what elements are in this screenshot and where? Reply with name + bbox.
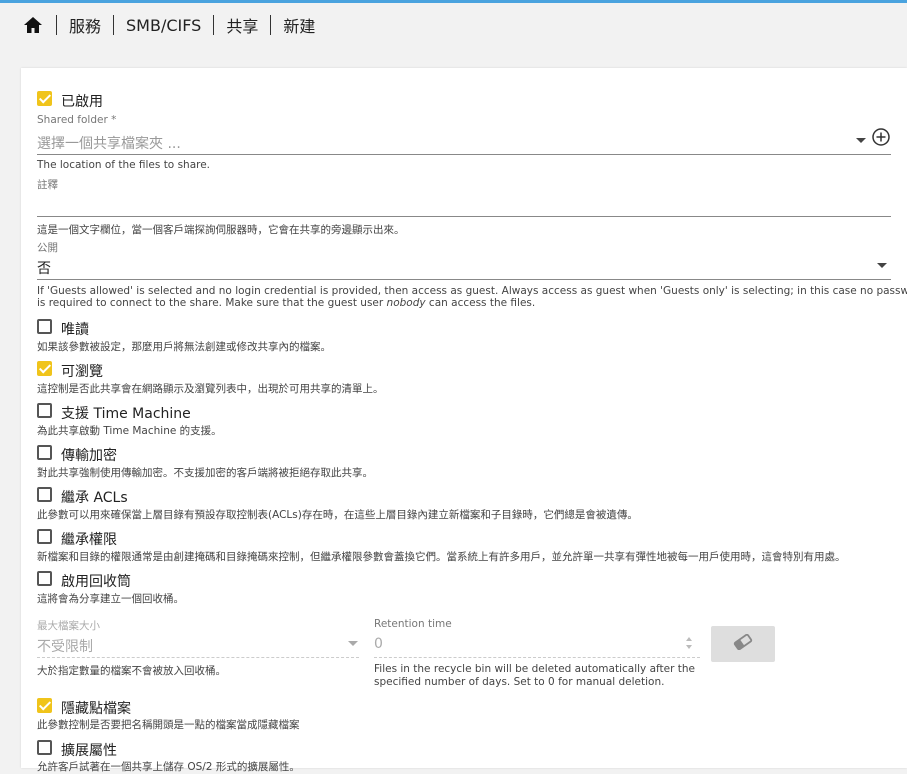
breadcrumb-separator <box>113 15 115 35</box>
recycle-bin-checkbox[interactable] <box>37 571 52 586</box>
shared-folder-label: Shared folder * <box>37 114 117 126</box>
clear-recycle-bin-button[interactable] <box>711 626 775 662</box>
max-file-size-select[interactable]: 不受限制 <box>37 636 93 656</box>
public-hint-line2: is required to connect to the share. Mak… <box>37 297 536 309</box>
recycle-bin-label: 啟用回收筒 <box>61 574 131 590</box>
comment-underline <box>37 216 891 217</box>
transport-encryption-label: 傳輸加密 <box>61 448 117 464</box>
browseable-checkbox[interactable] <box>37 361 52 376</box>
retention-time-underline <box>374 657 700 658</box>
breadcrumb-separator <box>270 15 272 35</box>
shared-folder-hint: The location of the files to share. <box>37 159 211 171</box>
breadcrumb-separator <box>56 15 57 35</box>
add-circle-icon[interactable] <box>871 127 891 147</box>
inherit-acls-label: 繼承 ACLs <box>61 490 128 506</box>
inherit-permissions-label: 繼承權限 <box>61 532 117 548</box>
share-form-card: 已啟用 Shared folder * 選擇一個共享檔案夾 ... The lo… <box>21 68 907 773</box>
read-only-hint: 如果該參數被設定，那麼用戶將無法創建或修改共享內的檔案。 <box>37 341 331 353</box>
chevron-down-icon[interactable] <box>877 263 887 268</box>
public-select[interactable]: 否 <box>37 258 51 278</box>
shared-folder-select[interactable]: 選擇一個共享檔案夾 ... <box>37 133 181 153</box>
shared-folder-underline <box>37 154 891 155</box>
public-label: 公開 <box>37 242 58 254</box>
inherit-permissions-checkbox[interactable] <box>37 529 52 544</box>
max-file-size-label: 最大檔案大小 <box>37 620 100 632</box>
recycle-bin-hint: 這將會為分享建立一個回收桶。 <box>37 593 184 605</box>
retention-time-input[interactable]: 0 <box>374 636 383 652</box>
hide-dot-files-checkbox[interactable] <box>37 698 52 713</box>
eraser-icon <box>732 633 754 654</box>
time-machine-label: 支援 Time Machine <box>61 406 191 422</box>
public-hint-line1: If 'Guests allowed' is selected and no l… <box>37 285 907 297</box>
comment-label: 註釋 <box>37 179 58 191</box>
retention-time-hint-line1: Files in the recycle bin will be deleted… <box>374 663 696 675</box>
browseable-label: 可瀏覽 <box>61 364 103 380</box>
breadcrumb-services[interactable]: 服務 <box>69 13 101 37</box>
home-icon[interactable] <box>22 15 44 35</box>
retention-time-label: Retention time <box>374 618 452 630</box>
time-machine-checkbox[interactable] <box>37 403 52 418</box>
retention-time-hint-line2: specified number of days. Set to 0 for m… <box>374 676 665 688</box>
enabled-label: 已啟用 <box>61 94 103 110</box>
breadcrumb-separator <box>213 15 215 35</box>
max-file-size-hint: 大於指定數量的檔案不會被放入回收桶。 <box>37 665 226 677</box>
breadcrumb-shares[interactable]: 共享 <box>226 13 258 37</box>
public-underline <box>37 279 891 280</box>
browseable-hint: 這控制是否此共享會在網路顯示及瀏覽列表中，出現於可用共享的清單上。 <box>37 383 384 395</box>
read-only-checkbox[interactable] <box>37 319 52 334</box>
extended-attributes-label: 擴展屬性 <box>61 743 117 759</box>
inherit-acls-hint: 此參數可以用來確保當上層目錄有預設存取控制表(ACLs)存在時，在這些上層目錄內… <box>37 509 638 521</box>
extended-attributes-checkbox[interactable] <box>37 740 52 755</box>
max-file-size-underline <box>37 657 359 658</box>
chevron-down-icon[interactable] <box>348 641 358 646</box>
time-machine-hint: 為此共享啟動 Time Machine 的支援。 <box>37 425 222 437</box>
stepper-icon[interactable] <box>684 635 694 651</box>
transport-encryption-hint: 對此共享強制使用傳輸加密。不支援加密的客戶端將被拒絕存取此共享。 <box>37 467 373 479</box>
inherit-permissions-hint: 新檔案和目錄的權限通常是由創建掩碼和目錄掩碼來控制，但繼承權限參數會蓋換它們。當… <box>37 551 846 563</box>
breadcrumb-smb-cifs[interactable]: SMB/CIFS <box>126 16 201 35</box>
hide-dot-files-hint: 此參數控制是否要把名稱開頭是一點的檔案當成隱藏檔案 <box>37 719 300 731</box>
enabled-checkbox[interactable] <box>37 91 52 106</box>
transport-encryption-checkbox[interactable] <box>37 445 52 460</box>
breadcrumb-create: 新建 <box>283 17 316 36</box>
hide-dot-files-label: 隱藏點檔案 <box>61 701 131 717</box>
read-only-label: 唯讀 <box>61 322 89 338</box>
chevron-down-icon[interactable] <box>856 138 866 143</box>
breadcrumb: 服務 SMB/CIFS 共享 新建 <box>0 3 907 47</box>
inherit-acls-checkbox[interactable] <box>37 487 52 502</box>
comment-hint: 這是一個文字欄位，當一個客戶端探詢伺服器時，它會在共享的旁邊顯示出來。 <box>37 224 405 236</box>
